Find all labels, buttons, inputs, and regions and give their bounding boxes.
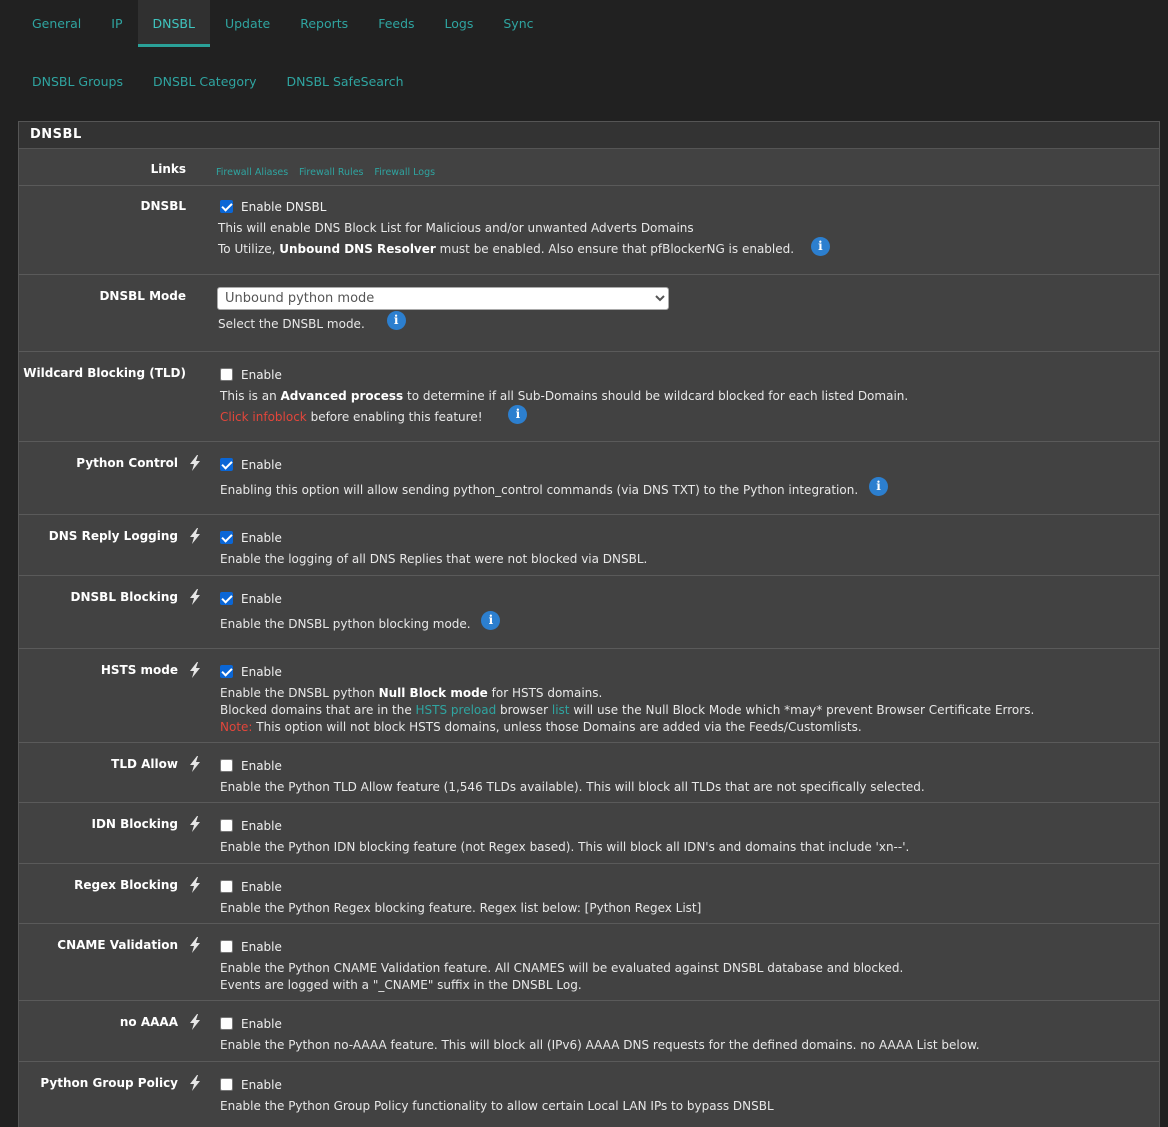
dnsbl-mode-help: Select the DNSBL mode. i [218, 311, 1159, 333]
links-label: Links [150, 162, 186, 176]
wildcard-checkbox[interactable] [220, 368, 233, 381]
tab-feeds[interactable]: Feeds [363, 0, 429, 47]
lightning-bolt-icon [190, 1014, 200, 1030]
info-icon[interactable]: i [810, 237, 830, 256]
tab-general[interactable]: General [17, 0, 96, 47]
dnsbl-blocking-label: DNSBL Blocking [70, 590, 178, 604]
hsts-help-2: Blocked domains that are in the HSTS pre… [220, 703, 1035, 717]
row-wildcard-blocking: Wildcard Blocking (TLD) Enable This is a… [19, 352, 1159, 442]
firewall-logs-link[interactable]: Firewall Logs [374, 167, 435, 178]
lightning-bolt-icon [190, 756, 200, 772]
idn-label: IDN Blocking [91, 817, 179, 831]
tab-sync[interactable]: Sync [488, 0, 548, 47]
panel-title: DNSBL [19, 122, 1159, 149]
firewall-aliases-link[interactable]: Firewall Aliases [216, 167, 288, 178]
hsts-help-1: Enable the DNSBL python Null Block mode … [220, 686, 603, 700]
row-python-control: Python Control Enable Enabling this opti… [19, 442, 1159, 515]
row-tld-allow: TLD Allow Enable Enable the Python TLD A… [19, 743, 1159, 803]
sub-tabs: DNSBL Groups DNSBL Category DNSBL SafeSe… [17, 64, 419, 100]
row-hsts-mode: HSTS mode Enable Enable the DNSBL python… [19, 649, 1159, 743]
wildcard-label: Wildcard Blocking (TLD) [23, 366, 186, 380]
cname-help-2: Events are logged with a "_CNAME" suffix… [220, 978, 582, 992]
info-icon[interactable]: i [508, 405, 528, 424]
lightning-bolt-icon [190, 662, 200, 678]
lightning-bolt-icon [190, 1075, 200, 1091]
tab-dnsbl[interactable]: DNSBL [137, 0, 211, 47]
info-icon[interactable]: i [868, 476, 888, 496]
group-policy-label: Python Group Policy [40, 1076, 178, 1090]
regex-help: Enable the Python Regex blocking feature… [220, 901, 702, 915]
reply-logging-help: Enable the logging of all DNS Replies th… [220, 552, 648, 566]
wildcard-help-1: This is an Advanced process to determine… [220, 389, 909, 403]
dnsbl-panel: DNSBL Links Firewall Aliases Firewall Ru… [18, 121, 1160, 1127]
cname-checkbox[interactable] [220, 940, 233, 953]
idn-checkbox[interactable] [220, 819, 233, 832]
info-icon[interactable]: i [481, 610, 501, 630]
tab-ip[interactable]: IP [96, 0, 137, 47]
tab-reports[interactable]: Reports [285, 0, 363, 47]
enable-dnsbl-checkbox[interactable] [220, 200, 233, 213]
row-cname-validation: CNAME Validation Enable Enable the Pytho… [19, 924, 1159, 1001]
enable-dnsbl-label[interactable]: Enable DNSBL [241, 200, 326, 214]
dnsbl-blocking-checkbox[interactable] [220, 592, 233, 605]
row-dnsbl-mode: DNSBL Mode Unbound python mode Select th… [19, 275, 1159, 352]
dnsbl-label: DNSBL [140, 199, 186, 213]
row-python-group-policy: Python Group Policy Enable Enable the Py… [19, 1062, 1159, 1124]
row-links: Links Firewall Aliases Firewall Rules Fi… [19, 149, 1159, 186]
tab-logs[interactable]: Logs [430, 0, 489, 47]
reply-logging-checkbox[interactable] [220, 531, 233, 544]
no-aaaa-help: Enable the Python no-AAAA feature. This … [220, 1038, 980, 1052]
idn-help: Enable the Python IDN blocking feature (… [220, 840, 910, 854]
dnsbl-help-2: To Utilize, Unbound DNS Resolver must be… [218, 237, 1159, 258]
cname-label: CNAME Validation [57, 938, 178, 952]
lightning-bolt-icon [190, 528, 200, 544]
dnsbl-blocking-help: Enable the DNSBL python blocking mode. i [220, 610, 1159, 633]
dnsbl-help-1: This will enable DNS Block List for Mali… [218, 221, 694, 235]
subtab-dnsbl-groups[interactable]: DNSBL Groups [17, 64, 138, 100]
python-control-help: Enabling this option will allow sending … [220, 476, 1159, 499]
tld-allow-help: Enable the Python TLD Allow feature (1,5… [220, 780, 925, 794]
lightning-bolt-icon [190, 937, 200, 953]
dnsbl-mode-label: DNSBL Mode [99, 289, 186, 303]
row-dnsbl-blocking: DNSBL Blocking Enable Enable the DNSBL p… [19, 576, 1159, 649]
subtab-dnsbl-safesearch[interactable]: DNSBL SafeSearch [272, 64, 419, 100]
lightning-bolt-icon [190, 816, 200, 832]
info-icon[interactable]: i [386, 311, 406, 330]
subtab-dnsbl-category[interactable]: DNSBL Category [138, 64, 272, 100]
row-no-aaaa: no AAAA Enable Enable the Python no-AAAA… [19, 1001, 1159, 1062]
hsts-help-3: Note: This option will not block HSTS do… [220, 720, 862, 734]
regex-label: Regex Blocking [74, 878, 178, 892]
cname-help-1: Enable the Python CNAME Validation featu… [220, 961, 904, 975]
hsts-preload-link[interactable]: HSTS preload [416, 703, 497, 717]
python-control-checkbox[interactable] [220, 458, 233, 471]
reply-logging-label: DNS Reply Logging [48, 529, 178, 543]
wildcard-help-2: Click infoblock before enabling this fea… [220, 405, 1159, 426]
tld-allow-label: TLD Allow [111, 757, 178, 771]
row-idn-blocking: IDN Blocking Enable Enable the Python ID… [19, 803, 1159, 864]
hsts-label: HSTS mode [100, 663, 178, 677]
lightning-bolt-icon [190, 877, 200, 893]
hsts-checkbox[interactable] [220, 665, 233, 678]
tld-allow-checkbox[interactable] [220, 759, 233, 772]
no-aaaa-label: no AAAA [119, 1015, 178, 1029]
click-infoblock-link[interactable]: Click infoblock [220, 410, 307, 424]
row-dns-reply-logging: DNS Reply Logging Enable Enable the logg… [19, 515, 1159, 576]
firewall-rules-link[interactable]: Firewall Rules [299, 167, 363, 178]
regex-checkbox[interactable] [220, 880, 233, 893]
main-tabs: General IP DNSBL Update Reports Feeds Lo… [17, 0, 549, 47]
row-dnsbl: DNSBL Enable DNSBL This will enable DNS … [19, 186, 1159, 275]
tab-update[interactable]: Update [210, 0, 285, 47]
python-control-label: Python Control [76, 456, 178, 470]
lightning-bolt-icon [190, 455, 200, 471]
group-policy-checkbox[interactable] [220, 1078, 233, 1091]
dnsbl-mode-select[interactable]: Unbound python mode [217, 287, 669, 310]
group-policy-help: Enable the Python Group Policy functiona… [220, 1099, 774, 1113]
no-aaaa-checkbox[interactable] [220, 1017, 233, 1030]
hsts-list-link[interactable]: list [552, 703, 570, 717]
row-regex-blocking: Regex Blocking Enable Enable the Python … [19, 864, 1159, 924]
lightning-bolt-icon [190, 589, 200, 605]
